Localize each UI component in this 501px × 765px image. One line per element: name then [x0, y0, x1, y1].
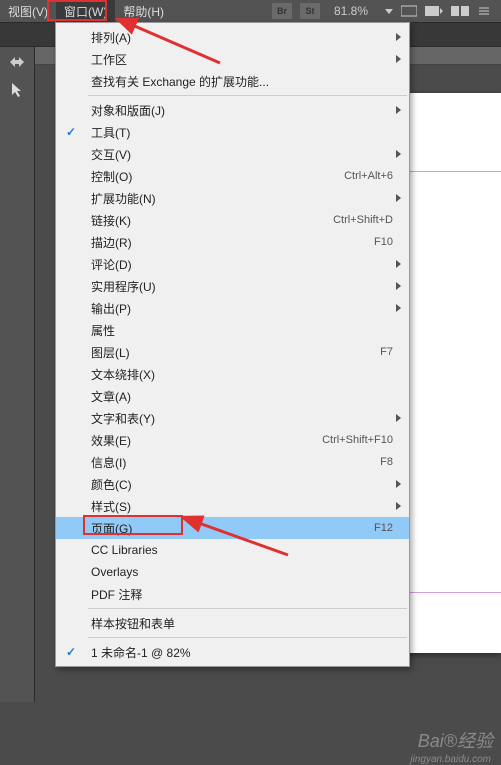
menu-item-label: 文本绕排(X): [91, 366, 393, 383]
menu-item-label: 样式(S): [91, 498, 393, 515]
menu-item-label: 评论(D): [91, 256, 393, 273]
menu-item-label: 控制(O): [91, 168, 344, 185]
menu-item-label: 工作区: [91, 51, 393, 68]
submenu-arrow-icon: [396, 414, 401, 422]
submenu-arrow-icon: [396, 55, 401, 63]
menu-item-label: 输出(P): [91, 300, 393, 317]
screenmode-icon[interactable]: [425, 4, 443, 18]
menu-separator: [88, 637, 407, 638]
submenu-arrow-icon: [396, 106, 401, 114]
menu-item-i[interactable]: 信息(I)F8: [56, 451, 409, 473]
watermark: Bai®经验: [418, 727, 493, 753]
menu-item-label: 样本按钮和表单: [91, 615, 393, 632]
menu-item-l[interactable]: 图层(L)F7: [56, 341, 409, 363]
menu-item-shortcut: F12: [374, 522, 393, 534]
menu-item-s[interactable]: 样式(S): [56, 495, 409, 517]
menu-item-a[interactable]: 排列(A): [56, 26, 409, 48]
submenu-arrow-icon: [396, 282, 401, 290]
menubar: 视图(V) 窗口(W) 帮助(H) Br St 81.8%: [0, 0, 501, 22]
menu-item-shortcut: Ctrl+Alt+6: [344, 170, 393, 182]
menu-item-cclibraries[interactable]: CC Libraries: [56, 539, 409, 561]
menu-item-shortcut: Ctrl+Shift+F10: [322, 434, 393, 446]
menu-separator: [88, 95, 407, 96]
menu-item-[interactable]: 工作区: [56, 48, 409, 70]
tools-panel: [0, 47, 35, 702]
menu-item-g[interactable]: 页面(G)F12: [56, 517, 409, 539]
menu-item-e[interactable]: 效果(E)Ctrl+Shift+F10: [56, 429, 409, 451]
menu-item-label: 属性: [91, 322, 393, 339]
menu-item-label: Overlays: [91, 565, 393, 579]
menu-item-u[interactable]: 实用程序(U): [56, 275, 409, 297]
submenu-arrow-icon: [396, 480, 401, 488]
menu-item-label: PDF 注释: [91, 586, 393, 603]
watermark-sub: jingyan.baidu.com: [410, 754, 491, 765]
bridge-icon[interactable]: Br: [272, 3, 292, 19]
menu-item-[interactable]: 属性: [56, 319, 409, 341]
menu-help[interactable]: 帮助(H): [115, 0, 172, 23]
menu-window[interactable]: 窗口(W): [56, 0, 115, 23]
submenu-arrow-icon: [396, 33, 401, 41]
menu-item-a[interactable]: 文章(A): [56, 385, 409, 407]
menu-item-label: 效果(E): [91, 432, 322, 449]
check-icon: ✓: [66, 125, 76, 139]
menu-item-r[interactable]: 描边(R)F10: [56, 231, 409, 253]
menu-item-shortcut: F8: [380, 456, 393, 468]
zoom-level[interactable]: 81.8%: [334, 4, 368, 18]
menu-item-k[interactable]: 链接(K)Ctrl+Shift+D: [56, 209, 409, 231]
menu-item-p[interactable]: 输出(P): [56, 297, 409, 319]
selection-tool-icon[interactable]: [1, 77, 33, 103]
menu-item-[interactable]: 样本按钮和表单: [56, 612, 409, 634]
menu-item-label: 文字和表(Y): [91, 410, 393, 427]
menubar-right: Br St 81.8%: [272, 3, 501, 19]
menu-item-label: 交互(V): [91, 146, 393, 163]
stock-icon[interactable]: St: [300, 3, 320, 19]
submenu-arrow-icon: [396, 260, 401, 268]
menu-item-label: 文章(A): [91, 388, 393, 405]
menu-item-exchange[interactable]: 查找有关 Exchange 的扩展功能...: [56, 70, 409, 92]
window-menu-dropdown: 排列(A) 工作区查找有关 Exchange 的扩展功能... 对象和版面(J) ✓ 工…: [55, 22, 410, 667]
menu-item-o[interactable]: 控制(O)Ctrl+Alt+6: [56, 165, 409, 187]
menu-item-c[interactable]: 颜色(C): [56, 473, 409, 495]
tool-toggle-icon[interactable]: [1, 49, 33, 75]
menu-item-1182[interactable]: ✓ 1 未命名-1 @ 82%: [56, 641, 409, 663]
menu-item-label: 对象和版面(J): [91, 102, 393, 119]
menu-item-label: 查找有关 Exchange 的扩展功能...: [91, 73, 393, 90]
menu-item-t[interactable]: ✓ 工具(T): [56, 121, 409, 143]
menu-item-shortcut: Ctrl+Shift+D: [333, 214, 393, 226]
menu-item-label: 工具(T): [91, 124, 393, 141]
menu-item-shortcut: F10: [374, 236, 393, 248]
menu-item-label: CC Libraries: [91, 543, 393, 557]
check-icon: ✓: [66, 645, 76, 659]
menu-item-shortcut: F7: [380, 346, 393, 358]
menu-item-x[interactable]: 文本绕排(X): [56, 363, 409, 385]
chevron-down-icon[interactable]: [385, 9, 393, 14]
menu-item-v[interactable]: 交互(V): [56, 143, 409, 165]
menu-item-label: 扩展功能(N): [91, 190, 393, 207]
more-icon[interactable]: [477, 4, 491, 18]
menu-item-label: 实用程序(U): [91, 278, 393, 295]
menu-item-label: 图层(L): [91, 344, 380, 361]
menu-item-n[interactable]: 扩展功能(N): [56, 187, 409, 209]
submenu-arrow-icon: [396, 502, 401, 510]
menu-item-overlays[interactable]: Overlays: [56, 561, 409, 583]
menu-item-label: 颜色(C): [91, 476, 393, 493]
menu-item-label: 1 未命名-1 @ 82%: [91, 644, 393, 661]
submenu-arrow-icon: [396, 304, 401, 312]
submenu-arrow-icon: [396, 150, 401, 158]
menu-item-label: 链接(K): [91, 212, 333, 229]
menu-item-d[interactable]: 评论(D): [56, 253, 409, 275]
menu-item-y[interactable]: 文字和表(Y): [56, 407, 409, 429]
watermark-text: Bai®经验: [418, 727, 493, 753]
submenu-arrow-icon: [396, 194, 401, 202]
menu-view[interactable]: 视图(V): [0, 0, 56, 23]
menu-item-label: 排列(A): [91, 29, 393, 46]
menu-item-label: 信息(I): [91, 454, 380, 471]
viewmode-icon[interactable]: [401, 4, 417, 18]
menu-item-label: 页面(G): [91, 520, 374, 537]
menu-item-pdf[interactable]: PDF 注释: [56, 583, 409, 605]
menu-separator: [88, 608, 407, 609]
menu-item-label: 描边(R): [91, 234, 374, 251]
menu-item-j[interactable]: 对象和版面(J): [56, 99, 409, 121]
arrange-icon[interactable]: [451, 4, 469, 18]
